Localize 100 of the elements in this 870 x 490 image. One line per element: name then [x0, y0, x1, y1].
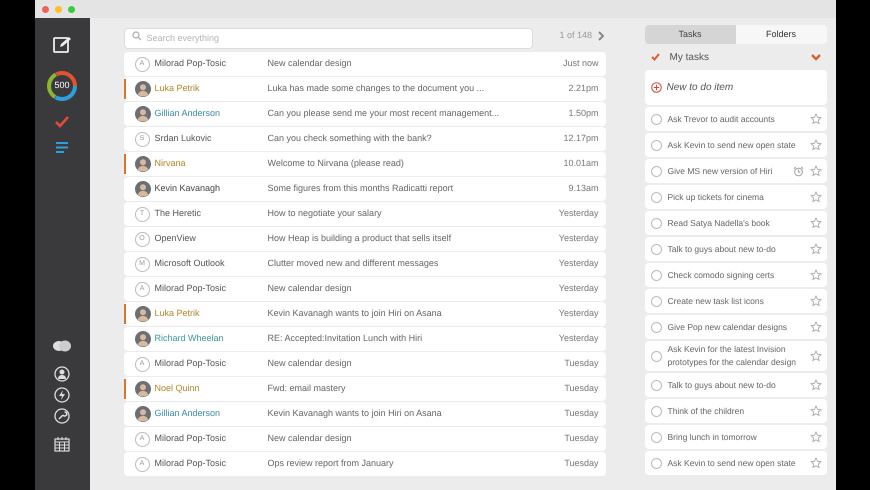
tab[interactable]: Folders	[736, 25, 826, 44]
task-checkbox[interactable]	[650, 244, 662, 254]
search-field[interactable]: Search everything	[124, 28, 532, 48]
list-title[interactable]: My tasks	[670, 50, 800, 64]
task-checkbox[interactable]	[650, 432, 662, 442]
counter-ring[interactable]: 500	[46, 70, 78, 102]
star-icon[interactable]	[810, 350, 822, 362]
task-checkbox[interactable]	[650, 322, 662, 332]
message-subject: How Heap is building a product that sells itself	[268, 232, 452, 246]
star-icon[interactable]	[810, 431, 822, 443]
star-icon[interactable]	[810, 217, 822, 229]
sender-name: Richard Wheelan	[154, 332, 225, 346]
task-checkbox[interactable]	[650, 350, 662, 362]
task-text: Check comodo signing certs	[668, 268, 776, 282]
chat-icon[interactable]	[53, 340, 71, 352]
task-row[interactable]: Pick up tickets for cinema	[644, 185, 826, 209]
task-checkbox[interactable]	[650, 192, 662, 202]
task-checkbox[interactable]	[650, 380, 662, 390]
message-time: Just now	[562, 57, 598, 70]
sender-name: Milorad Pop-Tosic	[154, 357, 228, 370]
message-time: 12.17pm	[563, 132, 598, 146]
calendar-icon[interactable]	[54, 437, 70, 452]
check-icon	[650, 53, 660, 61]
check-icon[interactable]	[55, 116, 69, 128]
person-icon[interactable]	[54, 366, 70, 382]
star-icon[interactable]	[810, 165, 822, 177]
message-subject: Can you please send me your most recent management...	[268, 107, 500, 120]
message-time: 9.13am	[568, 182, 598, 196]
wrench-icon[interactable]	[54, 408, 70, 424]
task-row[interactable]: Ask Trevor to audit accounts	[644, 107, 826, 131]
task-row[interactable]: Think of the children	[644, 399, 826, 423]
alarm-icon[interactable]	[792, 166, 804, 176]
task-text: Talk to guys about new to-do	[668, 378, 777, 392]
message-subject: Clutter moved new and different messages	[268, 257, 440, 270]
task-checkbox[interactable]	[650, 140, 662, 150]
tab[interactable]: Tasks	[644, 25, 736, 44]
sender-name: Srdan Lukovic	[154, 132, 213, 146]
message-row[interactable]: Gillian Anderson Kevin Kavanagh wants to join Hiri on Asana Tuesday	[124, 402, 606, 426]
message-row[interactable]: Gillian Anderson Can you please send me your most recent management... 1.50pm	[124, 102, 606, 126]
task-row[interactable]: Ask Kevin to send new open state	[644, 133, 826, 157]
message-subject: Kevin Kavanagh wants to join Hiri on Asana	[268, 307, 443, 320]
task-row[interactable]: Create new task list icons	[644, 289, 826, 313]
task-text: Ask Kevin to send new open state	[668, 456, 797, 470]
compose-icon[interactable]	[53, 36, 71, 54]
task-checkbox[interactable]	[650, 166, 662, 176]
message-subject: Some figures from this months Radicatti report	[268, 182, 454, 196]
star-icon[interactable]	[810, 269, 822, 281]
star-icon[interactable]	[810, 321, 822, 333]
star-icon[interactable]	[810, 295, 822, 307]
message-time: Yesterday	[558, 307, 598, 320]
task-row[interactable]: Bring lunch in tomorrow	[644, 425, 826, 449]
message-row[interactable]: Kevin Kavanagh Some figures from this months Radicatti report 9.13am	[124, 177, 606, 201]
message-row[interactable]: Luka Petrik Luka has made some changes to the document you ... 2.21pm	[124, 77, 606, 101]
task-row[interactable]: Ask Kevin for the latest Invision prototypes for the calendar design	[644, 341, 826, 371]
next-icon[interactable]	[598, 30, 606, 40]
sender-name: Gillian Anderson	[154, 107, 222, 120]
message-time: Tuesday	[564, 407, 598, 420]
task-checkbox[interactable]	[650, 218, 662, 228]
task-text: Ask Kevin to send new open state	[668, 138, 797, 152]
task-checkbox[interactable]	[650, 458, 662, 468]
sender-name: Milorad Pop-Tosic	[154, 432, 228, 446]
message-subject: Luka has made some changes to the document you ...	[268, 82, 486, 96]
task-row[interactable]: Check comodo signing certs	[644, 263, 826, 287]
star-icon[interactable]	[810, 191, 822, 203]
star-icon[interactable]	[810, 405, 822, 417]
avatar-icon	[134, 181, 150, 197]
sender-name: Noel Quinn	[154, 382, 201, 396]
task-row[interactable]: Talk to guys about new to-do	[644, 373, 826, 397]
lines-icon[interactable]	[56, 142, 68, 153]
close-icon[interactable]	[42, 6, 48, 12]
message-row[interactable]: Richard Wheelan RE: Accepted:Invitation Lunch with Hiri Yesterday	[124, 327, 606, 351]
task-checkbox[interactable]	[650, 114, 662, 124]
message-time: 10.01am	[563, 157, 598, 170]
task-row[interactable]: Give Pop new calendar designs	[644, 315, 826, 339]
avatar-icon	[134, 156, 150, 172]
message-row[interactable]: Noel Quinn Fwd: email mastery Tuesday	[124, 377, 606, 401]
sender-name: Milorad Pop-Tosic	[154, 282, 228, 296]
task-row[interactable]: Talk to guys about new to-do	[644, 237, 826, 261]
chevron-icon[interactable]	[810, 54, 820, 60]
star-icon[interactable]	[810, 113, 822, 125]
message-row[interactable]: Luka Petrik Kevin Kavanagh wants to join Hiri on Asana Yesterday	[124, 302, 606, 326]
task-row[interactable]: Read Satya Nadella's book	[644, 211, 826, 235]
message-time: Yesterday	[558, 207, 598, 220]
star-icon[interactable]	[810, 457, 822, 469]
message-subject: Can you check something with the bank?	[268, 132, 433, 146]
sender-name: Luka Petrik	[154, 82, 201, 96]
star-icon[interactable]	[810, 379, 822, 391]
task-checkbox[interactable]	[650, 270, 662, 280]
task-row[interactable]: Ask Kevin to send new open state	[644, 451, 826, 475]
message-row[interactable]: Nirvana Welcome to Nirvana (please read) 10.01am	[124, 152, 606, 176]
lightning-icon[interactable]	[54, 387, 70, 403]
task-checkbox[interactable]	[650, 296, 662, 306]
task-checkbox[interactable]	[650, 406, 662, 416]
new-item-field[interactable]: New to do item	[644, 70, 826, 105]
task-text: Give MS new version of Hiri	[668, 164, 774, 178]
star-icon[interactable]	[810, 139, 822, 151]
zoom-icon[interactable]	[68, 6, 74, 12]
task-row[interactable]: Give MS new version of Hiri	[644, 159, 826, 183]
message-subject: New calendar design	[268, 57, 353, 70]
star-icon[interactable]	[810, 243, 822, 255]
